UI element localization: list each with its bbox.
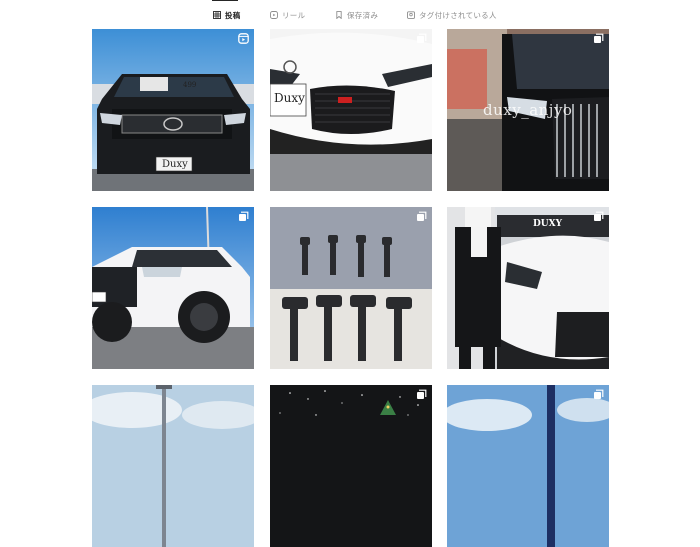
white-sportscar-photo <box>270 29 432 191</box>
windshield-price: 499 <box>183 81 197 89</box>
tab-saved[interactable]: 保存済み <box>335 9 378 21</box>
tab-tagged-label: タグ付けされている人 <box>419 10 497 20</box>
carousel-icon <box>416 211 427 222</box>
sky-pole-photo <box>92 385 254 547</box>
carousel-icon <box>416 389 427 400</box>
post-tile-white-sportscar[interactable]: Duxy <box>270 29 432 191</box>
tab-reels-label: リール <box>282 10 306 20</box>
post-tile-black-pickup[interactable]: Duxy 499 <box>92 29 254 191</box>
plate-label: Duxy <box>162 159 188 170</box>
watermark-text: duxy_anjyo <box>483 101 573 119</box>
plate-label: Duxy <box>274 91 305 105</box>
white-pickup-photo <box>92 207 254 369</box>
post-tile-person-sportscar[interactable]: DUXY <box>447 207 609 369</box>
tab-posts[interactable]: 投稿 <box>213 9 241 21</box>
tab-tagged[interactable]: タグ付けされている人 <box>407 9 497 21</box>
ignition-coils-photo <box>270 207 432 369</box>
tab-posts-label: 投稿 <box>225 10 241 20</box>
tab-saved-label: 保存済み <box>347 10 379 20</box>
tagged-icon <box>407 11 415 19</box>
carousel-icon <box>593 389 604 400</box>
carousel-icon <box>416 33 427 44</box>
reels-icon <box>270 11 278 19</box>
post-tile-sky-pole-2[interactable] <box>447 385 609 547</box>
post-tile-black-minivan[interactable]: duxy_anjyo <box>447 29 609 191</box>
post-tile-ignition-coils[interactable] <box>270 207 432 369</box>
post-tile-sky-pole[interactable] <box>92 385 254 547</box>
night-lights-photo <box>270 385 432 547</box>
carousel-icon <box>238 211 249 222</box>
person-sportscar-photo <box>447 207 609 369</box>
bookmark-icon <box>336 11 342 19</box>
profile-tabs: 投稿 リール 保存済み タグ付けされている人 <box>0 0 700 24</box>
tab-reels[interactable]: リール <box>270 9 305 21</box>
carousel-icon <box>593 211 604 222</box>
reels-icon <box>238 33 249 44</box>
post-tile-night-lights[interactable] <box>270 385 432 547</box>
post-tile-white-pickup[interactable] <box>92 207 254 369</box>
carousel-icon <box>593 33 604 44</box>
grid-icon <box>213 11 221 19</box>
active-tab-indicator <box>212 0 238 1</box>
banner-text: DUXY <box>533 219 563 229</box>
sky-pole-2-photo <box>447 385 609 547</box>
